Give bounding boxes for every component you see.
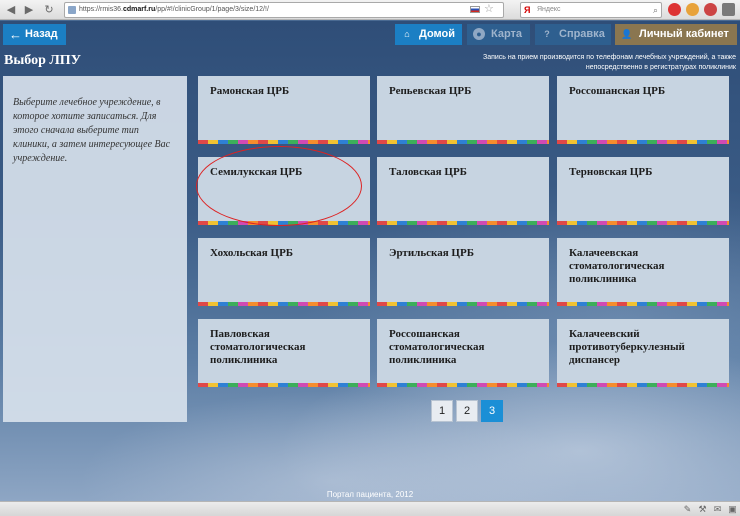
pagination-page-2[interactable]: 2 bbox=[456, 400, 478, 422]
address-bar[interactable]: https://rmis36.cdmarf.ru/pp/#!/clinicGro… bbox=[64, 2, 504, 18]
page-title: Выбор ЛПУ bbox=[4, 53, 81, 68]
home-icon: ⌂ bbox=[404, 29, 410, 39]
clinic-tile-rossoshanskaya-dental[interactable]: Россошанская стоматологическая поликлини… bbox=[377, 319, 549, 387]
tile-stripe bbox=[198, 383, 370, 387]
browser-search-input[interactable]: Я Яндекс ⌕ bbox=[520, 2, 662, 18]
user-icon: 👤 bbox=[621, 29, 633, 39]
back-button[interactable]: ← Назад bbox=[3, 24, 66, 45]
pagination-page-1[interactable]: 1 bbox=[431, 400, 453, 422]
status-extension-icon[interactable]: ✎ bbox=[682, 504, 693, 515]
tile-stripe bbox=[377, 221, 549, 225]
clinic-tile-ramonskaya[interactable]: Рамонская ЦРБ bbox=[198, 76, 370, 144]
language-flag-icon[interactable] bbox=[470, 6, 480, 13]
browser-reload-icon[interactable]: ↻ bbox=[42, 3, 56, 17]
browser-forward-icon[interactable]: ▶ bbox=[22, 3, 36, 17]
search-placeholder: Яндекс bbox=[537, 6, 561, 13]
tile-stripe bbox=[557, 383, 729, 387]
tile-stripe bbox=[377, 302, 549, 306]
home-button-label: Домой bbox=[419, 28, 456, 40]
status-tool-icon[interactable]: ⚒ bbox=[697, 504, 708, 515]
extension-icon[interactable] bbox=[686, 3, 699, 16]
browser-status-bar: ✎ ⚒ ✉ ▣ bbox=[0, 501, 740, 516]
browser-toolbar: ◀ ▶ ↻ https://rmis36.cdmarf.ru/pp/#!/cli… bbox=[0, 0, 740, 20]
clinic-tile-kalacheevskaya-dental[interactable]: Калачеевская стоматологическая поликлини… bbox=[557, 238, 729, 306]
tile-stripe bbox=[377, 383, 549, 387]
personal-cabinet-button[interactable]: 👤 Личный кабинет bbox=[615, 24, 737, 45]
clinic-name: Таловская ЦРБ bbox=[389, 166, 467, 178]
map-pin-icon: ● bbox=[473, 28, 485, 40]
search-icon[interactable]: ⌕ bbox=[653, 3, 658, 17]
cabinet-button-label: Личный кабинет bbox=[639, 28, 729, 40]
footer-copyright: Портал пациента, 2012 bbox=[326, 490, 414, 499]
browser-back-icon[interactable]: ◀ bbox=[4, 3, 18, 17]
clinic-tile-semilukskaya[interactable]: Семилукская ЦРБ bbox=[198, 157, 370, 225]
clinic-tile-repyevskaya[interactable]: Репьевская ЦРБ bbox=[377, 76, 549, 144]
browser-menu-icon[interactable] bbox=[722, 3, 735, 16]
clinic-name: Калачеевская стоматологическая поликлини… bbox=[569, 247, 665, 285]
tile-stripe bbox=[557, 140, 729, 144]
clinic-name: Калачеевский противотуберкулезный диспан… bbox=[569, 328, 685, 366]
clinic-tile-khokholskaya[interactable]: Хохольская ЦРБ bbox=[198, 238, 370, 306]
home-button[interactable]: ⌂ Домой bbox=[395, 24, 462, 45]
appointment-notice: Запись на прием производится по телефона… bbox=[482, 54, 736, 71]
clinic-name: Россошанская стоматологическая поликлини… bbox=[389, 328, 485, 366]
clinic-tile-kalacheevsky-tb-dispensary[interactable]: Калачеевский противотуберкулезный диспан… bbox=[557, 319, 729, 387]
clinic-name: Репьевская ЦРБ bbox=[389, 85, 472, 97]
info-text: Выберите лечебное учреждение, в которое … bbox=[13, 97, 171, 164]
url-prefix: https://rmis36. bbox=[79, 6, 123, 13]
tile-stripe bbox=[557, 302, 729, 306]
clinic-name: Семилукская ЦРБ bbox=[210, 166, 303, 178]
back-button-label: Назад bbox=[25, 28, 58, 40]
clinic-name: Рамонская ЦРБ bbox=[210, 85, 290, 97]
clinic-name: Хохольская ЦРБ bbox=[210, 247, 294, 259]
url-host: cdmarf.ru bbox=[122, 6, 156, 13]
clinic-name: Терновская ЦРБ bbox=[569, 166, 653, 178]
site-icon bbox=[68, 6, 76, 14]
tile-stripe bbox=[198, 221, 370, 225]
yandex-logo-icon: Я bbox=[524, 5, 531, 15]
mail-icon[interactable]: ✉ bbox=[712, 504, 723, 515]
clinic-tile-ternovskaya[interactable]: Терновская ЦРБ bbox=[557, 157, 729, 225]
extension-yandex-icon[interactable] bbox=[704, 3, 717, 16]
map-button-label: Карта bbox=[491, 28, 523, 40]
download-icon[interactable]: ▣ bbox=[727, 504, 738, 515]
url-path: /pp/#!/clinicGroup/1/page/3/size/12/!/ bbox=[155, 6, 269, 13]
bookmark-star-icon[interactable]: ☆ bbox=[484, 3, 494, 16]
clinic-name: Россошанская ЦРБ bbox=[569, 85, 666, 97]
clinic-name: Эртильская ЦРБ bbox=[389, 247, 474, 259]
clinic-tile-rossoshanskaya[interactable]: Россошанская ЦРБ bbox=[557, 76, 729, 144]
help-button-label: Справка bbox=[559, 28, 605, 40]
clinic-tile-ertilskaya[interactable]: Эртильская ЦРБ bbox=[377, 238, 549, 306]
clinic-name: Павловская стоматологическая поликлиника bbox=[210, 328, 306, 366]
tile-stripe bbox=[198, 302, 370, 306]
extension-adblock-icon[interactable] bbox=[668, 3, 681, 16]
tile-stripe bbox=[557, 221, 729, 225]
arrow-left-icon: ← bbox=[9, 27, 22, 42]
clinic-tile-pavlovskaya-dental[interactable]: Павловская стоматологическая поликлиника bbox=[198, 319, 370, 387]
pagination-page-3-current[interactable]: 3 bbox=[481, 400, 503, 422]
tile-stripe bbox=[377, 140, 549, 144]
map-button[interactable]: ● Карта bbox=[467, 24, 530, 45]
tile-stripe bbox=[198, 140, 370, 144]
clinic-tile-talovskaya[interactable]: Таловская ЦРБ bbox=[377, 157, 549, 225]
info-panel: Выберите лечебное учреждение, в которое … bbox=[3, 76, 187, 422]
question-icon: ? bbox=[544, 29, 550, 39]
help-button[interactable]: ? Справка bbox=[535, 24, 611, 45]
